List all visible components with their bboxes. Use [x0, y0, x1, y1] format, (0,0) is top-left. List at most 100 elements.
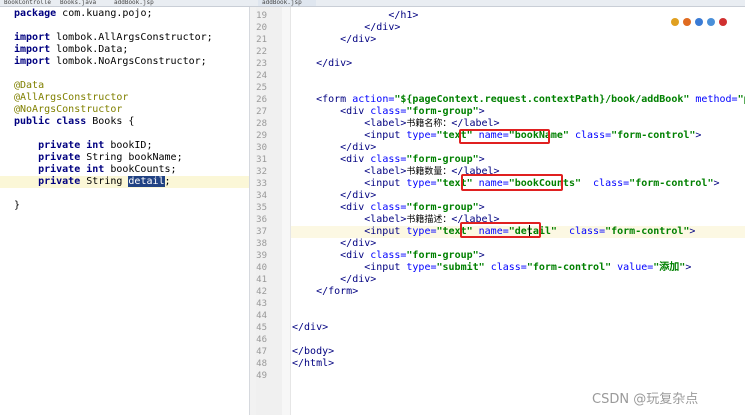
line-number: 27 [256, 107, 267, 117]
code-line: @AllArgsConstructor [14, 92, 128, 104]
code-token: "form-group" [406, 202, 479, 213]
code-token: value= [611, 262, 654, 273]
annotation: @NoArgsConstructor [14, 104, 123, 115]
line-number: 49 [256, 371, 267, 381]
code-token: > [478, 106, 485, 117]
keyword: import [14, 44, 51, 55]
line-number: 37 [256, 227, 267, 237]
code-line: <div class="form-group"> [292, 202, 485, 214]
code-token: <div [292, 154, 371, 165]
code-token: </body> [292, 346, 335, 357]
opera-icon[interactable] [719, 18, 727, 26]
code-token: "form-control" [605, 226, 690, 237]
code-line: package com.kuang.pojo; [14, 8, 152, 20]
code-line: </h1> [292, 10, 418, 22]
keyword: public class [14, 116, 87, 127]
code-line: @NoArgsConstructor [14, 104, 122, 116]
code-line: </body> [292, 346, 334, 358]
code-line: </div> [292, 190, 376, 202]
tab-books-java[interactable]: Books.java [56, 0, 104, 6]
ie-icon[interactable] [695, 18, 703, 26]
code-line: public class Books { [14, 116, 134, 128]
code-line: <div class="form-group"> [292, 106, 485, 118]
code-token: </div> [292, 22, 401, 33]
line-number: 19 [256, 11, 267, 21]
line-number: 42 [256, 287, 267, 297]
code-token: > [713, 178, 720, 189]
line-number: 25 [256, 83, 267, 93]
line-number: 22 [256, 47, 267, 57]
code-line: <input type="submit" class="form-control… [292, 262, 691, 274]
line-number: 43 [256, 299, 267, 309]
code-token: "form-control" [629, 178, 714, 189]
line-number: 38 [256, 239, 267, 249]
code-token: <label> [292, 166, 407, 177]
code-line: </html> [292, 358, 334, 370]
line-number: 34 [256, 191, 267, 201]
code-token: method= [689, 94, 738, 105]
text-cursor [529, 225, 530, 236]
code-token: </div> [292, 58, 353, 69]
code-token: class= [568, 130, 612, 141]
code-token: "post" [737, 94, 745, 105]
annotation: @AllArgsConstructor [14, 92, 129, 103]
line-number: 31 [256, 155, 267, 165]
code-text: } [14, 200, 21, 211]
code-token: > [685, 262, 692, 273]
code-token: <div [292, 250, 371, 261]
keyword: private [14, 152, 81, 163]
code-text: Books { [86, 116, 135, 127]
code-token: </html> [292, 358, 335, 369]
chrome-icon[interactable] [671, 18, 679, 26]
csdn-watermark: CSDN @玩复杂点 [592, 392, 699, 407]
highlight-box [459, 129, 550, 144]
annotation: @Data [14, 80, 45, 91]
code-line: private String bookName; [14, 152, 183, 164]
code-token: class= [556, 226, 606, 237]
code-line: </form> [292, 286, 358, 298]
code-text: lombok.NoArgsConstructor; [50, 56, 207, 67]
left-editor-pane[interactable] [0, 7, 250, 415]
code-token: class= [370, 202, 407, 213]
line-number: 21 [256, 35, 267, 45]
code-token: "${pageContext.request.contextPath}/book… [394, 94, 690, 105]
code-token: "form-group" [406, 250, 479, 261]
code-token: </div> [292, 238, 377, 249]
code-token: type= [406, 226, 437, 237]
line-number: 23 [256, 59, 267, 69]
code-token: class= [581, 178, 630, 189]
code-token: <input [292, 178, 407, 189]
code-token: "form-group" [406, 106, 479, 117]
code-token: "form-group" [406, 154, 479, 165]
firefox-icon[interactable] [683, 18, 691, 26]
code-token: 书籍数量： [406, 167, 452, 177]
code-line: private int bookID; [14, 140, 152, 152]
code-text: ; [164, 176, 171, 187]
line-number: 46 [256, 335, 267, 345]
code-line: } [14, 200, 20, 212]
line-number: 40 [256, 263, 267, 273]
fold-gutter[interactable] [282, 7, 291, 415]
code-token: > [478, 202, 485, 213]
editor-tab-bar: BookController.java Books.java addBook.j… [0, 0, 745, 7]
code-line: </div> [292, 58, 352, 70]
keyword: import [14, 56, 51, 67]
line-number: 48 [256, 359, 267, 369]
keyword: private [14, 176, 81, 187]
code-token: type= [406, 178, 437, 189]
tab-book-controller[interactable]: BookController.java [0, 0, 52, 6]
code-token: class= [370, 250, 407, 261]
line-number: 36 [256, 215, 267, 225]
tab-addbook-jsp-right[interactable]: addBook.jsp [258, 0, 316, 6]
keyword: private int [14, 164, 105, 175]
code-token: <div [292, 106, 371, 117]
line-number: 30 [256, 143, 267, 153]
code-token: 书籍名称： [406, 119, 452, 129]
line-number: 39 [256, 251, 267, 261]
code-token: </div> [292, 274, 377, 285]
highlight-box [461, 174, 563, 191]
safari-icon[interactable] [707, 18, 715, 26]
tab-addbook-jsp-left[interactable]: addBook.jsp [110, 0, 168, 6]
code-token: > [695, 130, 702, 141]
code-text: lombok.Data; [50, 44, 129, 55]
